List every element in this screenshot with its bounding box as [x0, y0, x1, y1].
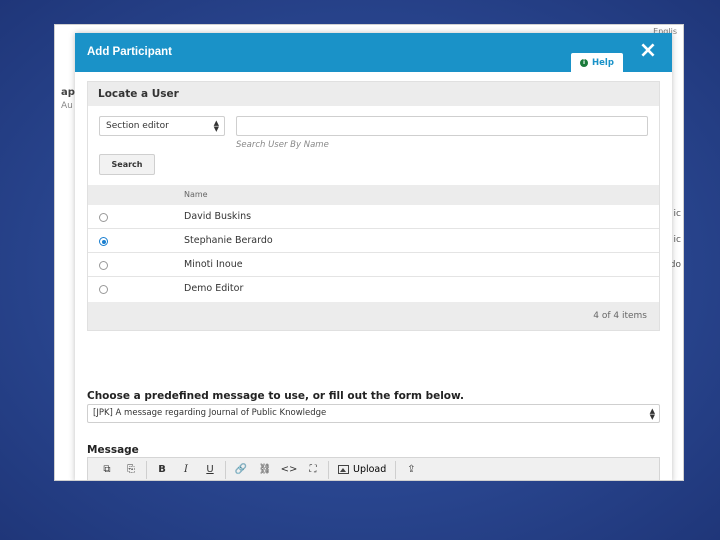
search-user-hint: Search User By Name [236, 140, 329, 150]
upload-button[interactable]: Upload [332, 464, 392, 475]
copy-icon[interactable]: ⧉ [95, 461, 119, 479]
user-name: Demo Editor [184, 283, 244, 294]
add-participant-modal: Add Participant i Help × Locate a User S… [75, 33, 672, 480]
info-icon: i [580, 58, 589, 67]
predefined-message-value: [JPK] A message regarding Journal of Pub… [93, 408, 327, 418]
close-icon[interactable]: × [636, 40, 660, 64]
italic-button[interactable]: I [174, 461, 198, 479]
fullscreen-icon[interactable]: ⛶ [301, 461, 325, 479]
paste-icon[interactable]: ⎘ [119, 461, 143, 479]
role-select-value: Section editor [106, 121, 169, 131]
user-row[interactable]: David Buskins [88, 205, 659, 229]
modal-title: Add Participant [87, 46, 172, 58]
background-text-fragment: Au [61, 101, 73, 111]
unlink-icon[interactable]: ⛓ [253, 461, 277, 479]
toolbar-group: ⇪ [396, 461, 426, 479]
background-text-fragment: ic [673, 209, 681, 219]
user-name: Minoti Inoue [184, 259, 243, 270]
user-name: David Buskins [184, 211, 252, 222]
role-select[interactable]: Section editor ▲ ▼ [99, 116, 225, 136]
import-icon[interactable]: ⇪ [399, 461, 423, 479]
background-left-column [55, 65, 75, 480]
user-name: Stephanie Berardo [184, 235, 273, 246]
background-text-fragment: ap [61, 87, 75, 98]
user-row[interactable]: Minoti Inoue [88, 253, 659, 277]
toolbar-group: B I U [147, 460, 226, 479]
upload-label: Upload [353, 464, 387, 475]
help-label: Help [592, 57, 614, 68]
search-button[interactable]: Search [99, 154, 155, 175]
code-icon[interactable]: <> [277, 461, 301, 479]
grid-column-header: Name [88, 185, 659, 205]
modal-header: Add Participant i Help × [75, 33, 672, 72]
select-arrows-icon: ▲ ▼ [213, 119, 219, 133]
bold-button[interactable]: B [150, 461, 174, 479]
user-radio[interactable] [99, 237, 108, 246]
item-count: 4 of 4 items [88, 302, 659, 330]
toolbar-group: ⧉ ⎘ [92, 460, 147, 479]
help-tab[interactable]: i Help [571, 53, 623, 72]
search-user-input[interactable] [236, 116, 648, 136]
image-icon [338, 465, 349, 474]
predefined-message-label: Choose a predefined message to use, or f… [87, 390, 465, 402]
toolbar-group: 🔗 ⛓ <> ⛶ [226, 460, 329, 479]
user-row[interactable]: Demo Editor [88, 277, 659, 301]
message-label: Message [87, 444, 139, 456]
user-radio[interactable] [99, 285, 108, 294]
select-arrows-icon: ▲ ▼ [649, 407, 655, 421]
locate-user-panel: Locate a User Section editor ▲ ▼ Search U… [87, 81, 660, 331]
editor-toolbar: ⧉ ⎘ B I U 🔗 ⛓ <> ⛶ Upload ⇪ [87, 457, 660, 480]
link-icon[interactable]: 🔗 [229, 461, 253, 479]
screenshot-frame: Englis ap Au ic ic do Add Participant i … [54, 24, 684, 481]
toolbar-group: Upload [329, 460, 397, 479]
user-radio[interactable] [99, 261, 108, 270]
user-radio[interactable] [99, 213, 108, 222]
user-row[interactable]: Stephanie Berardo [88, 229, 659, 253]
background-text-fragment: ic [673, 235, 681, 245]
locate-user-heading: Locate a User [88, 82, 659, 106]
underline-button[interactable]: U [198, 461, 222, 479]
predefined-message-select[interactable]: [JPK] A message regarding Journal of Pub… [87, 404, 660, 423]
